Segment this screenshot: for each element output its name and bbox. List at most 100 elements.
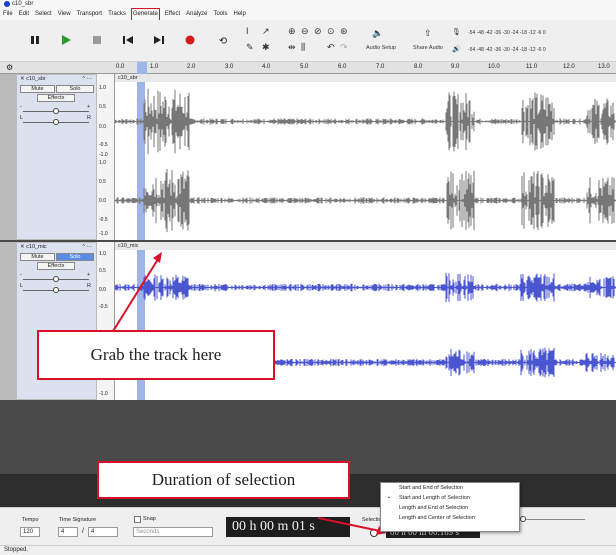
track-header[interactable]: ✕ c10_mic ^ ··· — [17, 243, 96, 250]
gain-slider-knob[interactable] — [53, 108, 59, 114]
playback-speed-slider[interactable] — [525, 519, 585, 520]
skip-start-button[interactable] — [117, 31, 139, 53]
timeline-ruler[interactable]: ⚙ 0.0 1.0 2.0 3.0 4.0 5.0 6.0 7.0 8.0 9.… — [0, 62, 616, 74]
track-header[interactable]: ✕ c10_sbr ^ ··· — [17, 75, 96, 82]
title-bar: c10_sbr — [0, 0, 616, 9]
menu-item-label: Length and End of Selection — [399, 505, 469, 511]
menu-file[interactable]: File — [3, 9, 13, 20]
menu-tools[interactable]: Tools — [213, 9, 227, 20]
zoom-in-icon[interactable]: ⊕ — [288, 26, 296, 37]
clip-name: c10_sbr — [118, 75, 138, 81]
zoom-selection-icon[interactable]: ⊘ — [314, 26, 322, 37]
meter-tick: -30 — [502, 47, 510, 53]
scale-label: 0.5 — [99, 104, 106, 110]
pan-slider-knob[interactable] — [53, 119, 59, 125]
clip-title[interactable]: c10_mic — [115, 242, 616, 250]
clip-title[interactable]: c10_sbr — [115, 74, 616, 82]
menu-help[interactable]: Help — [233, 9, 245, 20]
zoom-out-icon[interactable]: ⊖ — [301, 26, 309, 37]
track-name[interactable]: c10_mic — [26, 244, 46, 250]
menu-transport[interactable]: Transport — [77, 9, 102, 20]
ruler-tick: 4.0 — [262, 64, 271, 70]
scale-label: 0.5 — [99, 179, 106, 185]
scale-label: -1.0 — [99, 152, 108, 158]
meter-tick: -54 — [468, 30, 476, 36]
track-control-panel-sbr[interactable]: ✕ c10_sbr ^ ··· Mute Solo Effects - + L R — [16, 74, 97, 240]
menu-item-label: Start and Length of Selection — [399, 495, 470, 501]
trim-icon[interactable]: ⇹ — [288, 42, 296, 53]
menu-edit[interactable]: Edit — [19, 9, 29, 20]
menu-item-label: Length and Center of Selection — [399, 515, 475, 521]
time-sig-numerator[interactable]: 4 — [58, 527, 78, 537]
pan-slider-knob[interactable] — [53, 287, 59, 293]
multi-tool-icon[interactable]: ✱ — [262, 42, 270, 53]
meter-tick: -24 — [511, 47, 519, 53]
tracks-area[interactable]: ✕ c10_sbr ^ ··· Mute Solo Effects - + L R… — [0, 74, 616, 474]
time-sig-denominator[interactable]: 4 — [88, 527, 118, 537]
mute-button[interactable]: Mute — [20, 253, 55, 261]
snap-checkbox[interactable] — [134, 516, 141, 523]
effects-button[interactable]: Effects — [37, 94, 75, 102]
menu-item-label: Start and End of Selection — [399, 485, 463, 491]
meter-tick: -6 — [537, 30, 542, 36]
track-name[interactable]: c10_sbr — [26, 76, 46, 82]
redo-icon[interactable]: ↷ — [340, 42, 348, 53]
mic-icon: 🎙 — [452, 29, 461, 36]
scale-label: -0.5 — [99, 217, 108, 223]
mute-button[interactable]: Mute — [20, 85, 55, 93]
envelope-tool-icon[interactable]: ↗ — [262, 26, 270, 37]
menu-item-length-center[interactable]: Length and Center of Selection — [381, 513, 519, 523]
loop-button[interactable]: ⟲ — [212, 31, 234, 53]
scale-label: -1.0 — [99, 231, 108, 237]
playback-meter-scale[interactable]: -54 -48 -42 -36 -30 -24 -18 -12 -6 0 — [468, 47, 546, 53]
menu-item-start-end[interactable]: Start and End of Selection — [381, 483, 519, 493]
zoom-fit-icon[interactable]: ⊙ — [327, 26, 335, 37]
pan-left-label: L — [20, 283, 24, 289]
ruler-settings-icon[interactable]: ⚙ — [6, 63, 13, 72]
meter-tick: -6 — [537, 47, 542, 53]
scale-label: 1.0 — [99, 85, 106, 91]
undo-icon[interactable]: ↶ — [327, 42, 335, 53]
solo-button[interactable]: Solo — [56, 85, 94, 93]
menu-view[interactable]: View — [58, 9, 71, 20]
ruler-tick: 10.0 — [488, 64, 500, 70]
track-drag-handle[interactable] — [0, 242, 16, 400]
selection-tool-icon[interactable]: I — [246, 26, 249, 36]
gain-slider-knob[interactable] — [53, 276, 59, 282]
play-button[interactable] — [55, 31, 77, 53]
pause-button[interactable] — [24, 31, 46, 53]
draw-tool-icon[interactable]: ✎ — [246, 42, 254, 53]
menu-bar: File Edit Select View Transport Tracks Generat… — [0, 8, 616, 21]
gain-minus-label: - — [20, 104, 22, 110]
ruler-tick: 12.0 — [563, 64, 575, 70]
record-button[interactable] — [179, 31, 201, 53]
zoom-toggle-icon[interactable]: ⊛ — [340, 26, 348, 37]
solo-button[interactable]: Solo — [56, 253, 94, 261]
audio-setup-button[interactable]: Audio Setup — [366, 45, 396, 51]
annotation-arrow — [318, 517, 386, 535]
meter-tick: -42 — [485, 30, 493, 36]
snap-unit-select[interactable]: Seconds — [133, 527, 213, 537]
track-drag-handle[interactable] — [0, 74, 16, 240]
effects-button[interactable]: Effects — [37, 262, 75, 270]
gain-minus-label: - — [20, 272, 22, 278]
ruler-tick: 3.0 — [225, 64, 234, 70]
skip-end-button[interactable] — [148, 31, 170, 53]
menu-tracks[interactable]: Tracks — [108, 9, 126, 20]
share-audio-button[interactable]: Share Audio — [413, 45, 443, 51]
silence-icon[interactable]: ⫼ — [301, 42, 305, 53]
scale-label: 0.0 — [99, 198, 106, 204]
menu-item-length-end[interactable]: Length and End of Selection — [381, 503, 519, 513]
playback-speed-knob[interactable] — [520, 516, 526, 522]
menu-effect[interactable]: Effect — [165, 9, 180, 20]
menu-analyze[interactable]: Analyze — [186, 9, 207, 20]
meter-tick: -30 — [502, 30, 510, 36]
record-meter-scale[interactable]: -54 -48 -42 -36 -30 -24 -18 -12 -6 0 — [468, 30, 546, 36]
waveform-sbr[interactable]: c10_sbr — [115, 74, 616, 240]
stop-button[interactable] — [86, 31, 108, 53]
menu-generate[interactable]: Generate — [130, 8, 160, 21]
menu-select[interactable]: Select — [35, 9, 52, 20]
meter-tick: -24 — [511, 30, 519, 36]
menu-item-start-length[interactable]: • Start and Length of Selection — [381, 493, 519, 503]
tempo-input[interactable]: 120 — [20, 527, 40, 537]
